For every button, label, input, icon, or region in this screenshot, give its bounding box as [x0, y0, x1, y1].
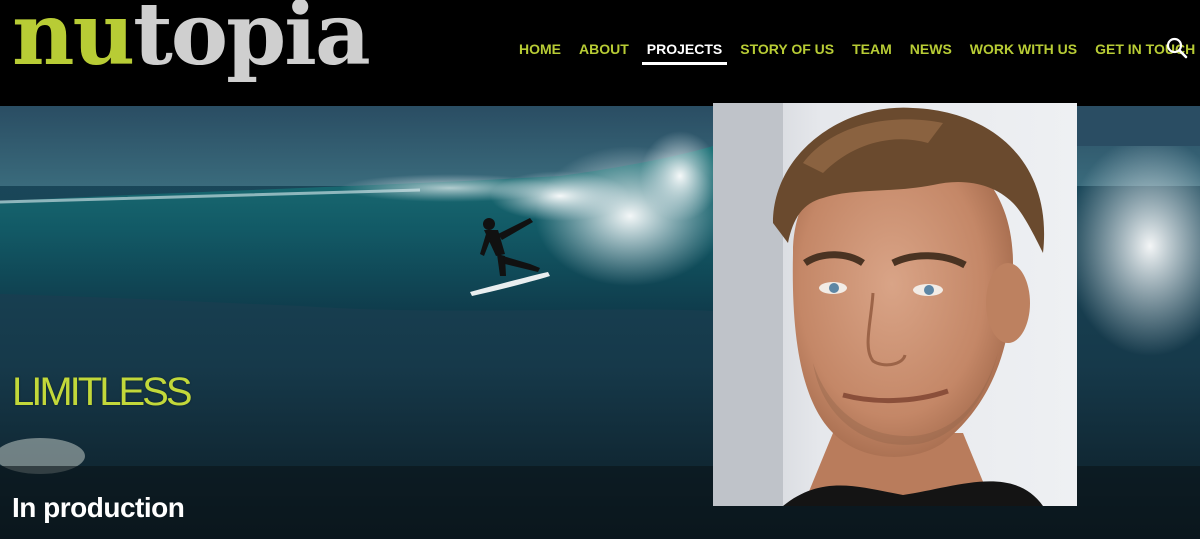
project-status: In production [12, 492, 185, 523]
nav-about[interactable]: ABOUT [579, 41, 629, 57]
nav-projects[interactable]: PROJECTS [641, 41, 728, 65]
nav-team[interactable]: TEAM [852, 41, 892, 57]
logo-part-a: nu [12, 0, 135, 85]
main-nav: HOME ABOUT PROJECTS STORY OF US TEAM NEW… [519, 38, 1200, 65]
nav-home[interactable]: HOME [519, 41, 561, 57]
search-icon[interactable] [1166, 37, 1188, 59]
site-header: nutopia HOME ABOUT PROJECTS STORY OF US … [0, 0, 1200, 106]
nav-news[interactable]: NEWS [910, 41, 952, 57]
project-title[interactable]: LIMITLESS [12, 370, 193, 415]
nav-story-of-us[interactable]: STORY OF US [740, 41, 834, 57]
nav-work-with-us[interactable]: WORK WITH US [970, 41, 1077, 57]
man-portrait-image [713, 103, 1077, 506]
logo-part-b: topia [133, 0, 371, 85]
nutopia-logo[interactable]: nutopia [12, 0, 371, 78]
